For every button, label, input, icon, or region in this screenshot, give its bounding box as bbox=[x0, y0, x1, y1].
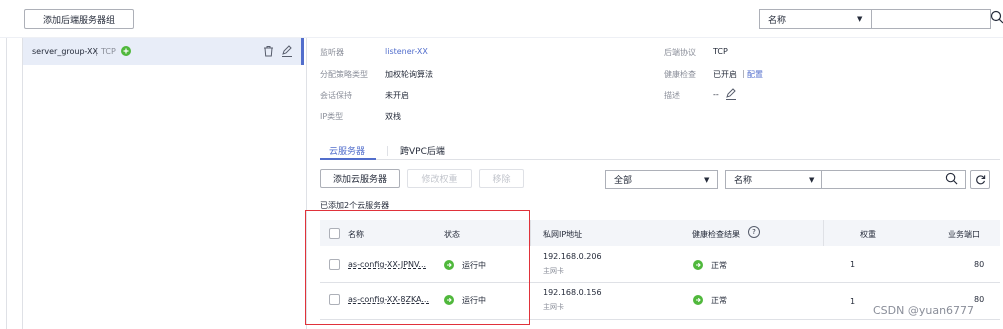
highlight-box bbox=[305, 210, 530, 325]
session-label: 会话保持 bbox=[320, 91, 352, 100]
tab-separator bbox=[387, 146, 388, 156]
tab-cross-vpc[interactable]: 跨VPC后端 bbox=[400, 144, 460, 160]
edit-description-icon[interactable] bbox=[725, 88, 737, 103]
search-field-select-value: 名称 bbox=[768, 15, 787, 26]
ip-type-label: IP类型 bbox=[320, 112, 344, 121]
ip-type-value: 双栈 bbox=[385, 112, 401, 121]
session-value: 未开启 bbox=[385, 91, 409, 100]
refresh-button[interactable] bbox=[970, 170, 990, 189]
search-field-select[interactable]: 名称 ▼ bbox=[759, 9, 872, 29]
search-icon[interactable] bbox=[945, 172, 958, 188]
server-health: 正常 bbox=[711, 261, 727, 270]
add-circle-icon[interactable] bbox=[121, 46, 131, 56]
refresh-icon bbox=[975, 175, 985, 185]
listener-label: 监听器 bbox=[320, 48, 344, 57]
status-filter-value: 全部 bbox=[614, 176, 633, 186]
chevron-down-icon: ▼ bbox=[809, 176, 815, 184]
server-nic-type: 主网卡 bbox=[543, 267, 564, 275]
header-private-ip: 私网IP地址 bbox=[543, 230, 583, 239]
left-border bbox=[6, 38, 7, 329]
chevron-down-icon: ▼ bbox=[857, 15, 863, 23]
server-private-ip: 192.168.0.206 bbox=[543, 252, 602, 261]
header-port: 业务端口 bbox=[948, 230, 980, 239]
group-protocol: TCP bbox=[101, 47, 116, 56]
column-divider bbox=[530, 220, 531, 246]
server-health: 正常 bbox=[711, 296, 727, 305]
algorithm-label: 分配策略类型 bbox=[320, 70, 368, 79]
algorithm-value: 加权轮询算法 bbox=[385, 70, 433, 79]
description-label: 描述 bbox=[664, 91, 680, 100]
listener-link[interactable]: listener-XX bbox=[385, 47, 428, 56]
modify-weight-button[interactable]: 修改权重 bbox=[407, 169, 472, 188]
add-cloud-server-button[interactable]: 添加云服务器 bbox=[320, 169, 400, 188]
watermark: CSDN @yuan6777 bbox=[873, 304, 975, 317]
backend-protocol-label: 后端协议 bbox=[664, 48, 696, 57]
column-divider bbox=[823, 220, 824, 246]
backend-protocol-value: TCP bbox=[713, 47, 728, 56]
server-weight: 1 bbox=[850, 297, 856, 306]
tab-cloud-server-label: 云服务器 bbox=[329, 147, 366, 157]
table-search-field-value: 名称 bbox=[734, 176, 753, 186]
health-ok-icon bbox=[693, 260, 703, 270]
group-name: server_group-XX bbox=[32, 47, 99, 56]
header-weight: 权重 bbox=[860, 230, 876, 239]
health-check-separator: | bbox=[742, 69, 745, 78]
search-icon[interactable] bbox=[990, 10, 1003, 26]
server-nic-type: 主网卡 bbox=[543, 303, 564, 311]
header-health: 健康检查结果 bbox=[692, 230, 740, 239]
health-check-label: 健康检查 bbox=[664, 70, 696, 79]
health-check-value: 已开启 bbox=[713, 70, 737, 79]
health-config-link[interactable]: 配置 bbox=[747, 69, 763, 80]
top-search-input[interactable] bbox=[871, 9, 991, 29]
help-icon[interactable]: ? bbox=[748, 226, 760, 238]
health-ok-icon bbox=[693, 295, 703, 305]
server-private-ip: 192.168.0.156 bbox=[543, 288, 602, 297]
tab-cross-vpc-label: 跨VPC后端 bbox=[400, 147, 445, 157]
trash-icon[interactable] bbox=[263, 45, 274, 60]
tab-cloud-server[interactable]: 云服务器 bbox=[320, 144, 376, 160]
server-weight: 1 bbox=[850, 260, 856, 269]
chevron-down-icon: ▼ bbox=[704, 176, 710, 184]
remove-button[interactable]: 移除 bbox=[479, 169, 524, 188]
group-separator: | bbox=[95, 47, 98, 56]
server-port: 80 bbox=[974, 295, 985, 304]
server-port: 80 bbox=[974, 260, 985, 269]
status-filter-select[interactable]: 全部 ▼ bbox=[605, 170, 718, 189]
group-selected-indicator bbox=[301, 38, 304, 65]
description-value: -- bbox=[713, 90, 719, 99]
table-search-field-select[interactable]: 名称 ▼ bbox=[725, 170, 822, 189]
group-list-item[interactable]: server_group-XX | TCP bbox=[23, 38, 301, 65]
add-backend-group-button[interactable]: 添加后端服务器组 bbox=[24, 9, 134, 29]
group-list-panel bbox=[22, 38, 307, 329]
edit-icon[interactable] bbox=[281, 45, 293, 60]
